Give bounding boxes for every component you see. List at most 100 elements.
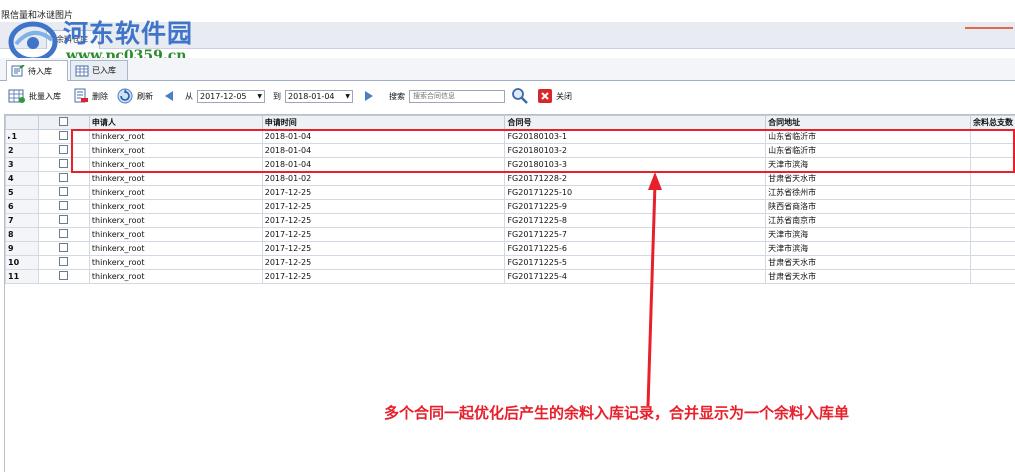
cell-applicant: thinkerx_root — [89, 228, 262, 242]
tab-done[interactable]: 已入库 — [70, 60, 128, 80]
cell-address: 甘肃省天水市 — [766, 270, 971, 284]
batch-stock-in-label: 批量入库 — [29, 91, 61, 102]
arrow-up-icon — [620, 170, 680, 410]
row-number: 5 — [6, 186, 39, 200]
cell-address: 甘肃省天水市 — [766, 256, 971, 270]
cell-applicant: thinkerx_root — [89, 256, 262, 270]
table-row[interactable]: 8thinkerx_root2017-12-25FG20171225-7天津市滨… — [6, 228, 1015, 242]
row-checkbox[interactable] — [38, 200, 89, 214]
cell-address: 陕西省商洛市 — [766, 200, 971, 214]
to-date-picker[interactable]: 2018-01-04 ▼ — [285, 90, 353, 103]
window-close-strip[interactable] — [965, 27, 1013, 29]
cell-applicant: thinkerx_root — [89, 270, 262, 284]
watermark-logo-icon — [8, 20, 58, 62]
from-date-picker[interactable]: 2017-12-05 ▼ — [197, 90, 265, 103]
cell-date: 2018-01-02 — [262, 172, 505, 186]
watermark-site-name: 河东软件园 — [63, 14, 193, 50]
table-row[interactable]: 6thinkerx_root2017-12-25FG20171225-9陕西省商… — [6, 200, 1015, 214]
close-button[interactable]: 关闭 — [537, 88, 572, 104]
row-checkbox[interactable] — [38, 172, 89, 186]
arrow-right-icon — [363, 90, 375, 102]
cell-total — [970, 200, 1015, 214]
next-period-button[interactable] — [363, 90, 375, 102]
current-row-icon: ▸ — [8, 135, 11, 141]
table-row[interactable]: 4thinkerx_root2018-01-02FG20171228-2甘肃省天… — [6, 172, 1015, 186]
row-number: 2 — [6, 144, 39, 158]
refresh-label: 刷新 — [137, 91, 153, 102]
table-add-icon — [8, 88, 26, 104]
cell-total — [970, 214, 1015, 228]
row-checkbox[interactable] — [38, 242, 89, 256]
column-header-total[interactable]: 余料总支数 — [970, 116, 1015, 130]
delete-button[interactable]: 删除 — [73, 88, 108, 104]
cell-applicant: thinkerx_root — [89, 186, 262, 200]
row-number: ▸1 — [6, 130, 39, 144]
from-date-value: 2017-12-05 — [200, 92, 247, 101]
table-row[interactable]: 7thinkerx_root2017-12-25FG20171225-8江苏省南… — [6, 214, 1015, 228]
row-number-header — [6, 116, 39, 130]
to-date-value: 2018-01-04 — [288, 92, 335, 101]
cell-applicant: thinkerx_root — [89, 242, 262, 256]
column-header-address[interactable]: 合同地址 — [766, 116, 971, 130]
form-icon — [11, 65, 25, 77]
search-icon — [511, 87, 529, 105]
cell-date: 2017-12-25 — [262, 200, 505, 214]
table-row[interactable]: 9thinkerx_root2017-12-25FG20171225-6天津市滨… — [6, 242, 1015, 256]
cell-date: 2017-12-25 — [262, 256, 505, 270]
search-button[interactable] — [511, 87, 529, 105]
cell-applicant: thinkerx_root — [89, 214, 262, 228]
batch-stock-in-button[interactable]: 批量入库 — [8, 88, 61, 104]
cell-address: 江苏省南京市 — [766, 214, 971, 228]
cell-total — [970, 172, 1015, 186]
close-label: 关闭 — [556, 91, 572, 102]
prev-period-button[interactable] — [163, 90, 175, 102]
row-number: 11 — [6, 270, 39, 284]
row-checkbox[interactable] — [38, 214, 89, 228]
select-all-checkbox[interactable] — [38, 116, 89, 130]
row-number: 4 — [6, 172, 39, 186]
row-checkbox[interactable] — [38, 256, 89, 270]
chevron-down-icon: ▼ — [257, 93, 262, 100]
cell-total — [970, 228, 1015, 242]
table-row[interactable]: 10thinkerx_root2017-12-25FG20171225-5甘肃省… — [6, 256, 1015, 270]
cell-date: 2017-12-25 — [262, 270, 505, 284]
cell-applicant: thinkerx_root — [89, 172, 262, 186]
tab-done-label: 已入库 — [92, 65, 116, 76]
column-header-applicant[interactable]: 申请人 — [89, 116, 262, 130]
cell-date: 2017-12-25 — [262, 186, 505, 200]
table-header-row: 申请人 申请时间 合同号 合同地址 余料总支数 — [6, 116, 1015, 130]
highlight-box — [71, 129, 1015, 173]
table-row[interactable]: 11thinkerx_root2017-12-25FG20171225-4甘肃省… — [6, 270, 1015, 284]
row-checkbox[interactable] — [38, 228, 89, 242]
to-label: 到 — [273, 91, 281, 102]
column-header-date[interactable]: 申请时间 — [262, 116, 505, 130]
row-number: 9 — [6, 242, 39, 256]
column-header-contract[interactable]: 合同号 — [505, 116, 766, 130]
subtab-bar — [0, 58, 1015, 81]
cell-date: 2017-12-25 — [262, 242, 505, 256]
cell-date: 2017-12-25 — [262, 214, 505, 228]
row-number: 8 — [6, 228, 39, 242]
cell-date: 2017-12-25 — [262, 228, 505, 242]
chevron-down-icon: ▼ — [345, 93, 350, 100]
cell-address: 天津市滨海 — [766, 228, 971, 242]
row-number-value: 1 — [12, 132, 18, 141]
toolbar: 批量入库 删除 刷新 从 2017-12-05 ▼ 到 2018-01-04 ▼ — [0, 84, 1015, 108]
row-number: 10 — [6, 256, 39, 270]
cell-total — [970, 270, 1015, 284]
search-input[interactable] — [409, 90, 505, 103]
refresh-button[interactable]: 刷新 — [116, 87, 153, 105]
delete-doc-icon — [73, 88, 89, 104]
grid-icon — [75, 65, 89, 77]
arrow-left-icon — [163, 90, 175, 102]
cell-address: 江苏省徐州市 — [766, 186, 971, 200]
row-checkbox[interactable] — [38, 186, 89, 200]
from-label: 从 — [185, 91, 193, 102]
row-checkbox[interactable] — [38, 270, 89, 284]
cell-address: 天津市滨海 — [766, 242, 971, 256]
refresh-icon — [116, 87, 134, 105]
annotation-text: 多个合同一起优化后产生的余料入库记录，合并显示为一个余料入库单 — [384, 402, 849, 423]
tab-pending-label: 待入库 — [28, 66, 52, 77]
table-row[interactable]: 5thinkerx_root2017-12-25FG20171225-10江苏省… — [6, 186, 1015, 200]
tab-pending[interactable]: 待入库 — [6, 60, 68, 81]
